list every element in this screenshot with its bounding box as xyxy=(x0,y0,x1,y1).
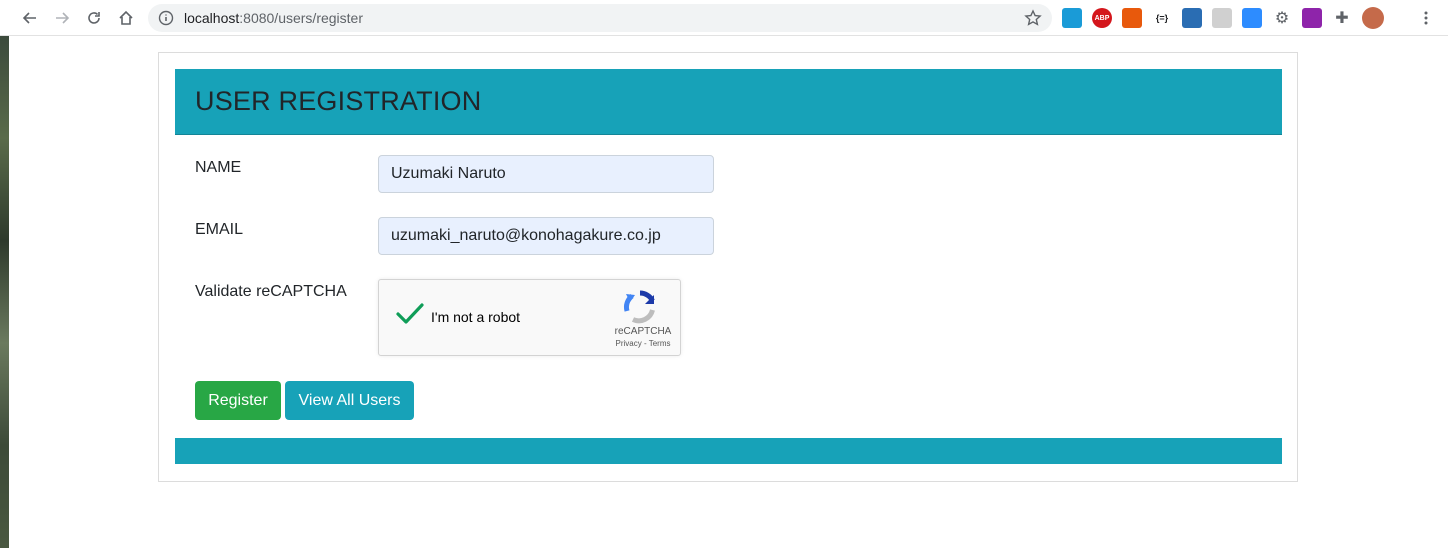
extensions-toolbar: ABP {=} ⚙ ✚ xyxy=(1062,6,1384,30)
recaptcha-privacy-terms[interactable]: Privacy - Terms xyxy=(611,339,675,348)
puzzle-icon[interactable]: ✚ xyxy=(1332,8,1352,28)
info-icon[interactable] xyxy=(158,10,174,26)
registration-card: USER REGISTRATION NAME EMAIL Validate re… xyxy=(158,52,1298,482)
name-label: NAME xyxy=(195,159,242,176)
recaptcha-checkbox-label: I'm not a robot xyxy=(431,309,521,325)
recaptcha-widget: I'm not a robot reCAPTCHA Privacy - Term… xyxy=(378,279,681,356)
register-button[interactable]: Register xyxy=(195,381,281,420)
gear-ext-icon[interactable]: ⚙ xyxy=(1272,8,1292,28)
captcha-label: Validate reCAPTCHA xyxy=(195,283,347,300)
page-title: USER REGISTRATION xyxy=(195,86,482,116)
reload-icon[interactable] xyxy=(78,2,110,34)
view-all-users-button[interactable]: View All Users xyxy=(285,381,414,420)
zoom-icon[interactable] xyxy=(1242,8,1262,28)
browser-toolbar: localhost:8080/users/register ABP {=} ⚙ ✚ xyxy=(0,0,1448,36)
recaptcha-brand: reCAPTCHA xyxy=(614,326,672,337)
checkmark-icon xyxy=(396,303,424,324)
avatar[interactable] xyxy=(1362,7,1384,29)
name-input[interactable] xyxy=(378,155,714,193)
recaptcha-logo-icon xyxy=(623,290,657,329)
menu-icon[interactable] xyxy=(1418,10,1434,26)
home-icon[interactable] xyxy=(110,2,142,34)
forward-icon[interactable] xyxy=(46,2,78,34)
bookmark-star-icon[interactable] xyxy=(1024,9,1042,27)
url-path: :8080/users/register xyxy=(239,10,363,26)
grey-ext-icon[interactable] xyxy=(1212,8,1232,28)
json-ext-icon[interactable]: {=} xyxy=(1152,8,1172,28)
card-footer xyxy=(175,438,1282,464)
s-ext-icon[interactable] xyxy=(1182,8,1202,28)
color-ext-icon[interactable] xyxy=(1302,8,1322,28)
email-label: EMAIL xyxy=(195,221,244,238)
back-icon[interactable] xyxy=(14,2,46,34)
email-input[interactable] xyxy=(378,217,714,255)
url-host: localhost xyxy=(184,10,240,26)
card-header: USER REGISTRATION xyxy=(175,69,1282,135)
url-text[interactable]: localhost:8080/users/register xyxy=(184,10,363,26)
abp-icon[interactable]: ABP xyxy=(1092,8,1112,28)
recaptcha-checkbox[interactable] xyxy=(395,302,425,331)
window-ext-icon[interactable] xyxy=(1062,8,1082,28)
tree-ext-icon[interactable] xyxy=(1122,8,1142,28)
address-bar[interactable]: localhost:8080/users/register xyxy=(148,4,1052,32)
desktop-background xyxy=(0,36,9,548)
